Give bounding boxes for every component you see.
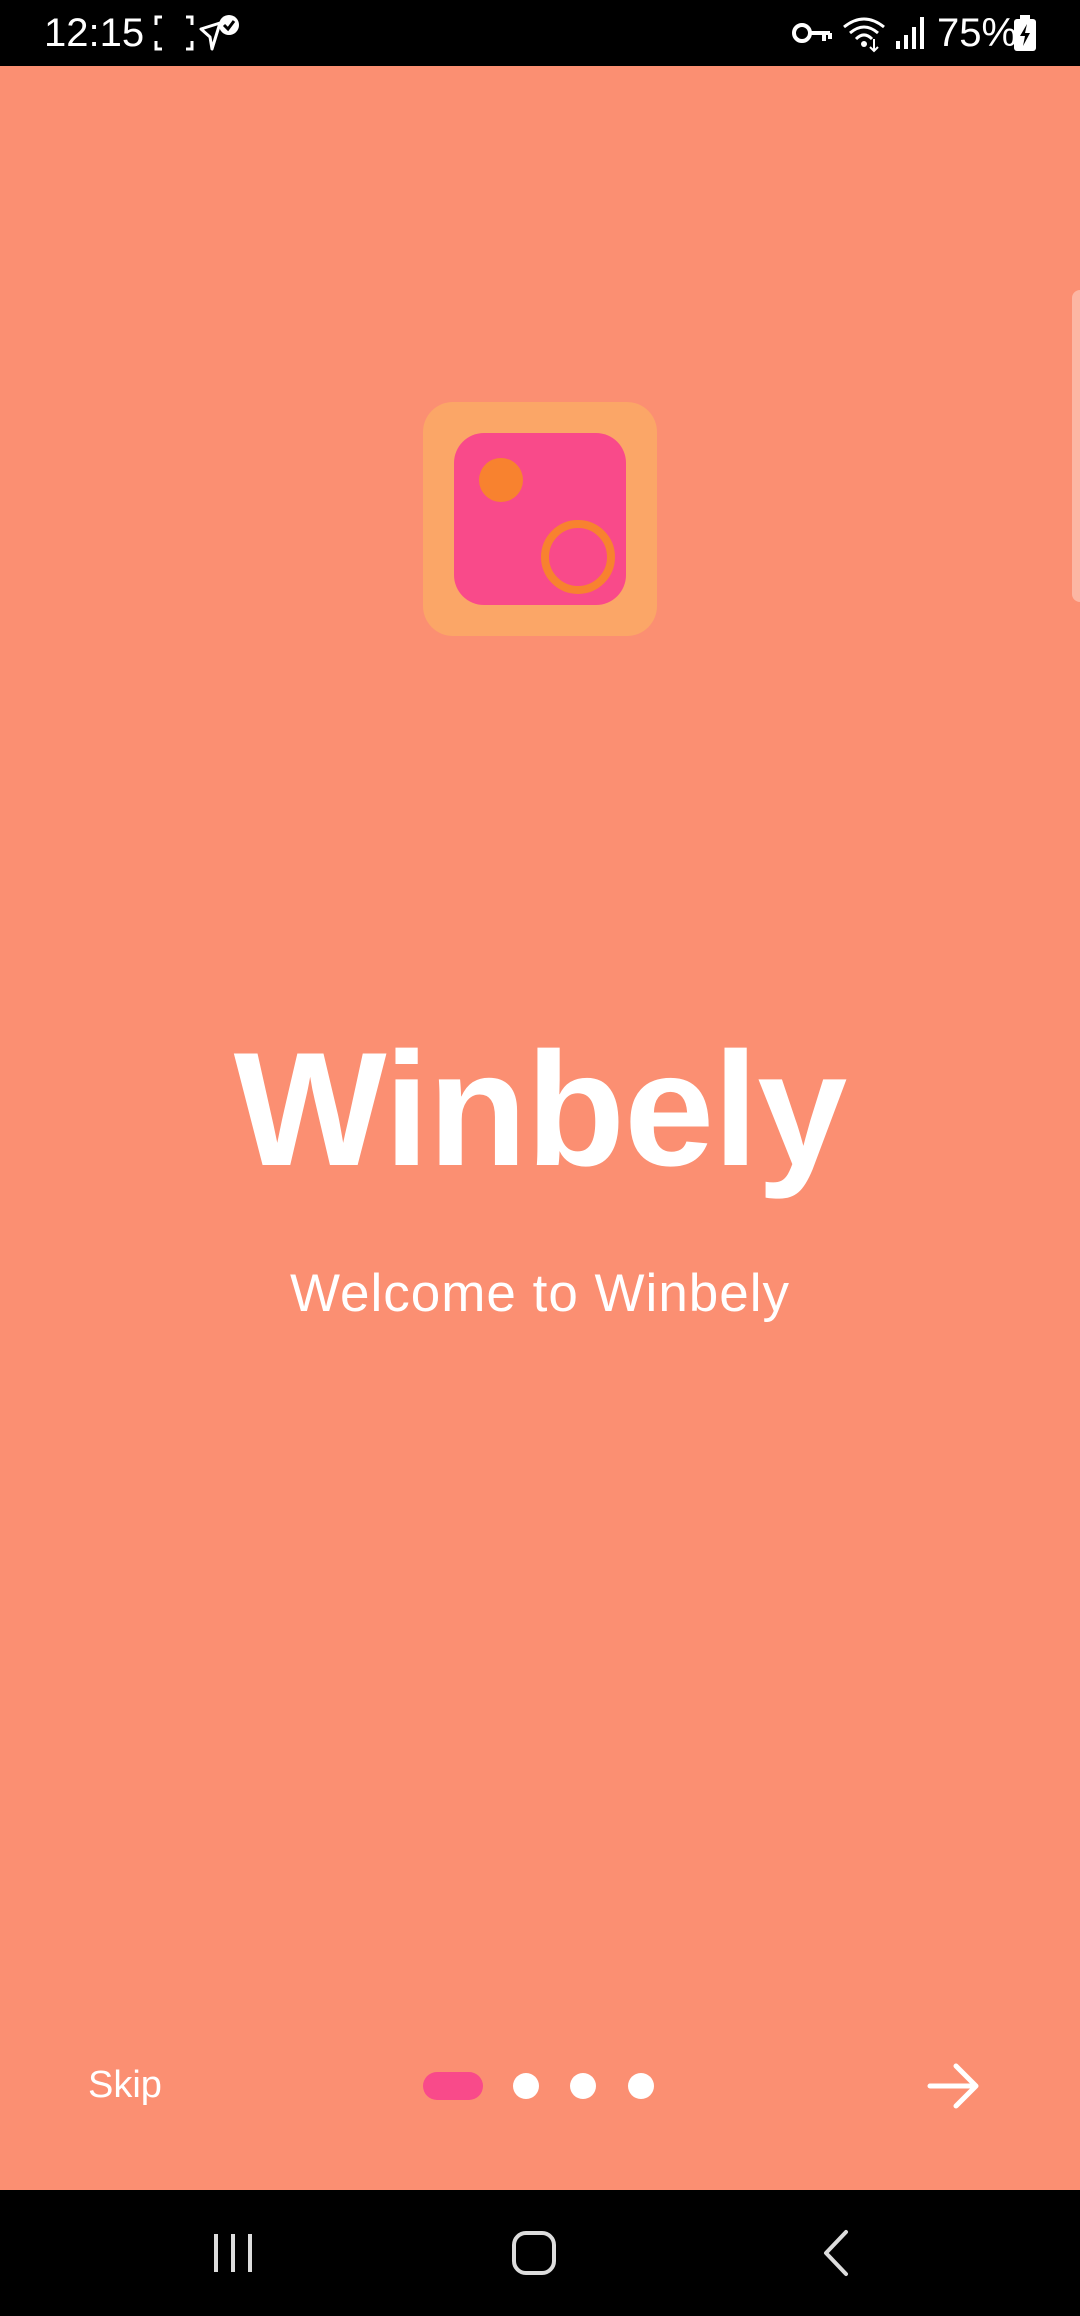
page-dot[interactable] — [628, 2073, 654, 2099]
screenshot-icon — [154, 15, 194, 51]
page-dot-active[interactable] — [423, 2072, 483, 2100]
welcome-tagline: Welcome to Winbely — [289, 1264, 791, 1323]
edge-panel-handle[interactable] — [1072, 290, 1080, 602]
app-logo — [423, 402, 657, 636]
signal-icon — [896, 17, 924, 49]
arrow-right-icon[interactable] — [924, 2058, 984, 2114]
system-nav-bar — [0, 2190, 1080, 2316]
wifi-icon — [843, 17, 885, 53]
app-title: Winbely — [233, 1019, 848, 1200]
status-time: 12:15 — [44, 11, 145, 55]
status-bar: 12:15 75% — [0, 0, 1080, 66]
skip-button[interactable]: Skip — [88, 2060, 162, 2110]
page-dot[interactable] — [513, 2073, 539, 2099]
home-icon[interactable] — [500, 2220, 570, 2286]
recent-apps-icon[interactable] — [198, 2220, 268, 2286]
back-icon[interactable] — [804, 2220, 874, 2286]
battery-charging-icon — [1014, 15, 1036, 51]
location-check-icon — [199, 15, 239, 51]
vpn-key-icon — [792, 23, 832, 43]
page-dot[interactable] — [570, 2073, 596, 2099]
battery-percent: 75% — [937, 11, 1018, 55]
page-indicator — [423, 2072, 663, 2100]
